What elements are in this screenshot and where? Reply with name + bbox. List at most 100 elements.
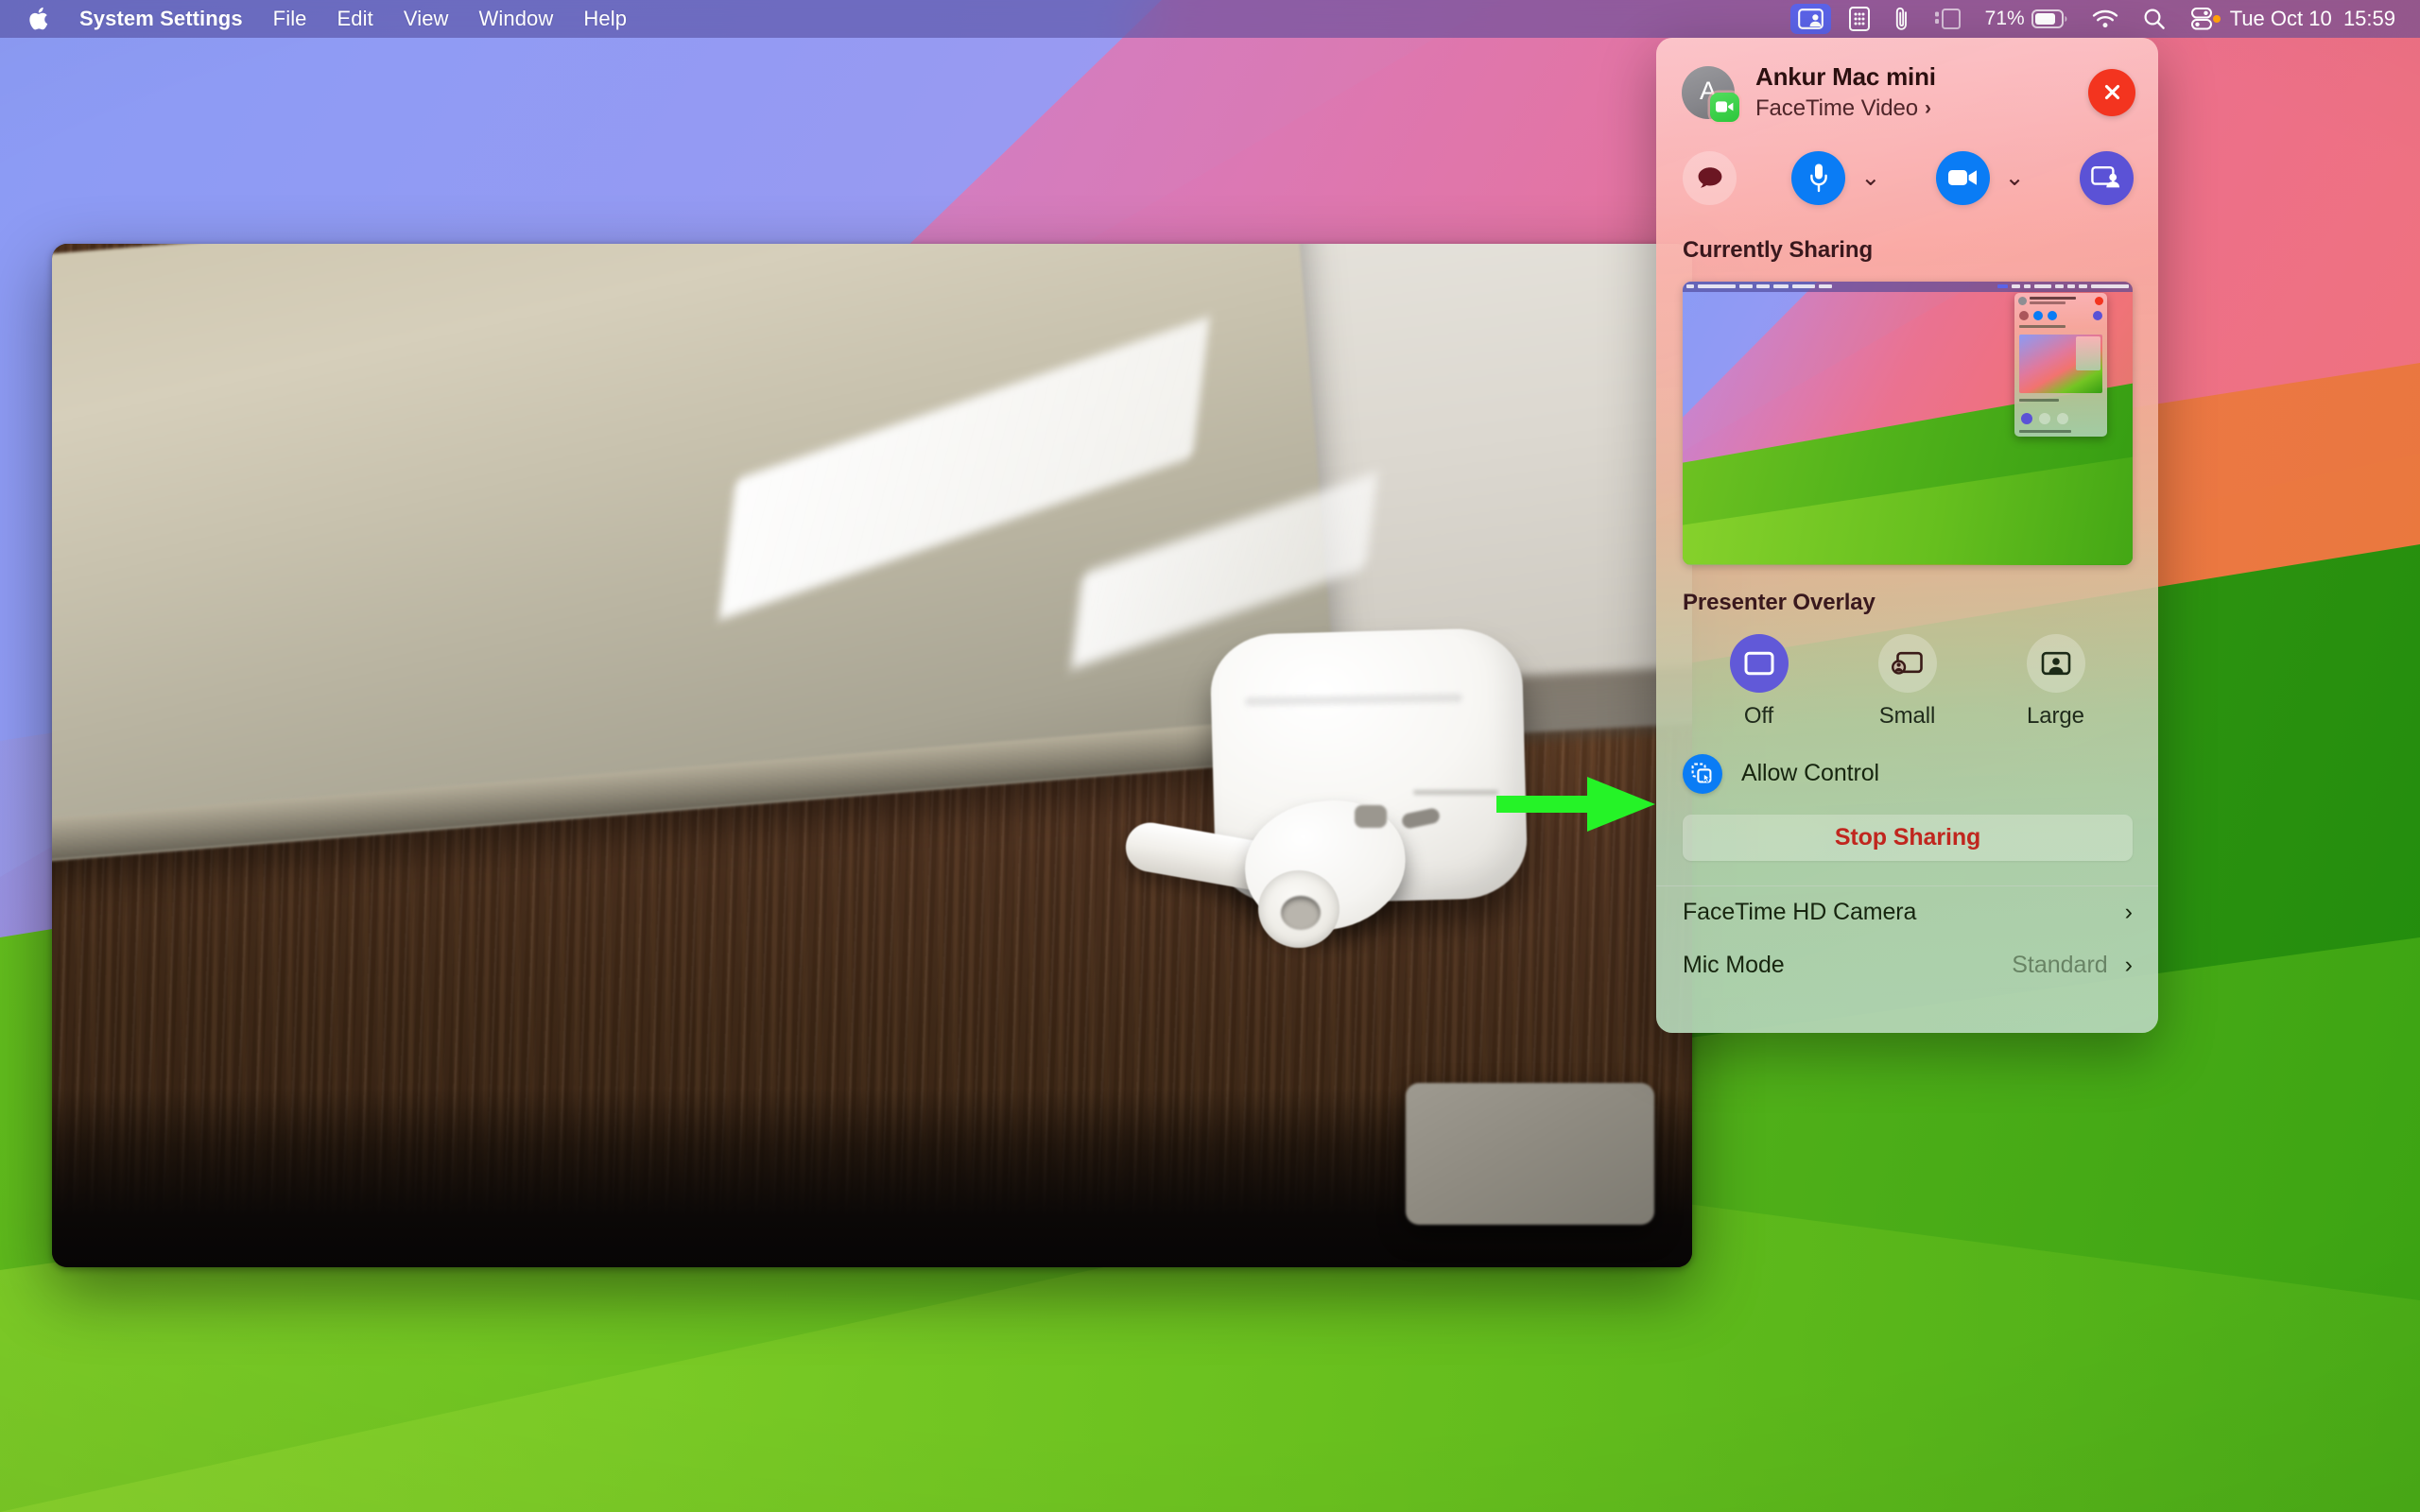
menu-item-file[interactable]: File	[258, 0, 322, 38]
preview-status-icon	[2024, 284, 2031, 289]
currently-sharing-label: Currently Sharing	[1683, 236, 1873, 263]
preview-avatar	[2018, 297, 2027, 306]
menu-bar: System Settings File Edit View Window He…	[0, 0, 2420, 38]
mic-mode-value: Standard	[2012, 952, 2108, 979]
camera-settings-row[interactable]: FaceTime HD Camera ›	[1656, 886, 2158, 939]
presenter-overlay-section: Presenter Overlay Off Small Large	[1656, 590, 2158, 730]
chat-button[interactable]	[1683, 150, 1737, 205]
control-center-icon[interactable]	[2178, 0, 2217, 38]
preview-menu-item	[1792, 284, 1815, 289]
presenter-overlay-label: Presenter Overlay	[1683, 589, 1876, 615]
menu-item-edit[interactable]: Edit	[322, 0, 389, 38]
chat-button-wrap	[1683, 150, 1737, 205]
preview-battery	[2034, 284, 2051, 289]
preview-wifi-icon	[2055, 284, 2064, 289]
preview-menu-item	[1756, 284, 1770, 289]
calculator-icon[interactable]	[1837, 0, 1882, 38]
menu-item-help[interactable]: Help	[568, 0, 642, 38]
avatar: A	[1682, 65, 1739, 122]
menu-bar-left: System Settings File Edit View Window He…	[0, 0, 642, 38]
self-view-pip[interactable]	[1406, 1083, 1654, 1225]
wifi-icon[interactable]	[2080, 0, 2131, 38]
preview-panel-header	[2014, 293, 2107, 306]
preview-clock	[2091, 284, 2129, 289]
microphone-button-wrap: ⌄	[1791, 150, 1880, 205]
currently-sharing-section: Currently Sharing	[1656, 237, 2158, 565]
allow-control-label: Allow Control	[1741, 760, 1879, 787]
presenter-overlay-small-label: Small	[1878, 702, 1936, 729]
preview-menu-item	[1739, 284, 1753, 289]
battery-percent-label: 71%	[1984, 8, 2025, 29]
preview-nested-thumbnail	[2019, 334, 2102, 393]
screen-share-button-wrap	[2079, 150, 2134, 205]
chevron-right-icon: ›	[1925, 96, 1931, 119]
panel-header-text: Ankur Mac mini FaceTime Video ›	[1755, 62, 2088, 123]
close-icon[interactable]	[2088, 68, 2135, 116]
menu-item-window[interactable]: Window	[464, 0, 569, 38]
airpod-nozzle	[1281, 896, 1321, 930]
mic-mode-row[interactable]: Mic Mode Standard ›	[1656, 939, 2158, 992]
preview-nested-panel	[2076, 335, 2100, 370]
preview-menu-item	[1819, 284, 1832, 289]
facetime-video-badge-icon	[1710, 92, 1739, 122]
presenter-overlay-option-small[interactable]: Small	[1833, 633, 1981, 730]
desktop: System Settings File Edit View Window He…	[0, 0, 2420, 1512]
airpod-grille	[1355, 805, 1387, 828]
menu-item-system-settings[interactable]: System Settings	[64, 0, 258, 38]
preview-overlay-small	[2039, 412, 2050, 424]
presenter-overlay-options: Off Small Large	[1656, 616, 2158, 730]
facetime-video-window[interactable]	[52, 244, 1692, 1267]
allow-control-button[interactable]: Allow Control	[1656, 730, 2158, 794]
preview-panel-title-lines	[2030, 296, 2092, 306]
preview-close-icon	[2095, 297, 2103, 306]
panel-subtitle: FaceTime Video	[1755, 94, 1919, 121]
stop-sharing-button[interactable]: Stop Sharing	[1683, 814, 2133, 861]
video-button[interactable]	[1935, 150, 1990, 205]
preview-apple-logo-icon	[1686, 284, 1694, 289]
preview-share-icon	[1997, 284, 2008, 289]
spotlight-search-icon[interactable]	[2131, 0, 2178, 38]
menu-bar-clock[interactable]: Tue Oct 10 15:59	[2222, 0, 2399, 38]
overlay-off-icon	[1729, 633, 1789, 693]
green-annotation-arrow	[1496, 777, 1655, 832]
camera-settings-label: FaceTime HD Camera	[1683, 899, 1917, 926]
presenter-overlay-large-label: Large	[2027, 702, 2084, 729]
presenter-overlay-option-large[interactable]: Large	[1981, 633, 2130, 730]
panel-controls-row: ⌄ ⌄	[1656, 123, 2158, 205]
microphone-chevron-down-icon[interactable]: ⌄	[1860, 165, 1880, 190]
overlay-large-icon	[2026, 633, 2085, 693]
chevron-right-icon: ›	[2124, 952, 2133, 979]
chevron-right-icon: ›	[2124, 899, 2133, 926]
menu-item-view[interactable]: View	[389, 0, 464, 38]
battery-icon[interactable]	[2031, 0, 2080, 38]
preview-control-center-icon	[2079, 284, 2087, 289]
airpods-case-hinge	[1413, 790, 1498, 795]
microphone-button[interactable]	[1791, 150, 1846, 205]
video-button-wrap: ⌄	[1935, 150, 2025, 205]
notification-dot	[2212, 15, 2221, 23]
preview-overlay-options	[2014, 408, 2107, 424]
presenter-overlay-option-off[interactable]: Off	[1685, 633, 1833, 730]
paperclip-icon[interactable]	[1882, 0, 1922, 38]
preview-status-icon	[2012, 284, 2020, 289]
preview-menu-item	[1773, 284, 1789, 289]
facetime-screen-sharing-panel: A Ankur Mac mini FaceTime Video › ⌄ ⌄ Cu…	[1656, 38, 2158, 1033]
panel-title: Ankur Mac mini	[1755, 62, 1936, 91]
mic-mode-label: Mic Mode	[1683, 952, 1785, 979]
preview-facetime-panel	[2014, 292, 2107, 437]
presenter-overlay-off-label: Off	[1743, 702, 1774, 729]
preview-overlay-off	[2021, 412, 2032, 424]
menu-bar-status-area: 71% Tue Oct 10 15:59	[1785, 0, 2420, 38]
preview-menu-bar	[1683, 281, 2133, 292]
stage-manager-icon[interactable]	[1922, 0, 1973, 38]
video-chevron-down-icon[interactable]: ⌄	[2005, 165, 2025, 190]
preview-search-icon	[2067, 284, 2075, 289]
panel-subtitle-row[interactable]: FaceTime Video ›	[1755, 94, 2088, 123]
preview-overlay-large	[2057, 412, 2068, 424]
shared-screen-preview[interactable]	[1683, 281, 2133, 565]
screen-share-active-icon[interactable]	[1789, 4, 1831, 34]
screen-share-button[interactable]	[2079, 150, 2134, 205]
preview-panel-controls	[2014, 306, 2107, 320]
allow-control-icon	[1683, 753, 1722, 794]
apple-logo-icon[interactable]	[25, 0, 64, 38]
